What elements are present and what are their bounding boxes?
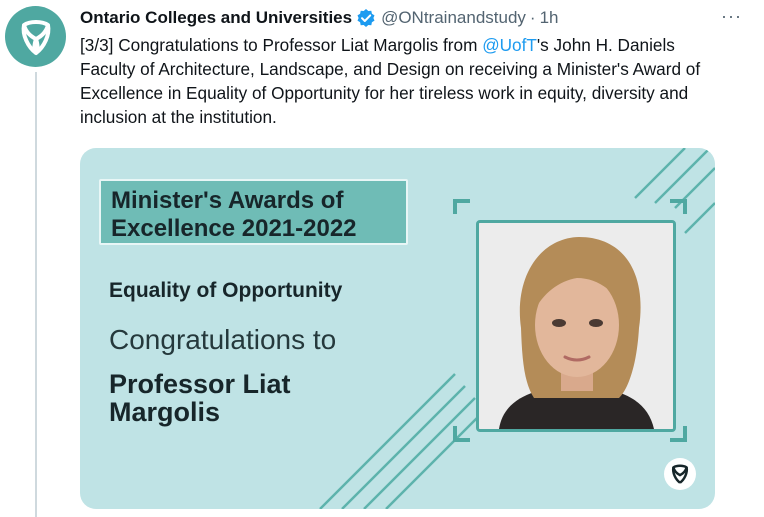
display-name[interactable]: Ontario Colleges and Universities bbox=[80, 8, 352, 28]
trillium-logo-icon bbox=[671, 464, 689, 484]
tweet-text: [3/3] Congratulations to Professor Liat … bbox=[80, 33, 720, 129]
avatar[interactable] bbox=[5, 6, 66, 67]
thread-line bbox=[35, 72, 37, 517]
more-horizontal-icon[interactable]: ··· bbox=[721, 6, 742, 27]
tweet-header: Ontario Colleges and Universities @ONtra… bbox=[80, 7, 724, 29]
separator-dot: · bbox=[529, 8, 536, 27]
user-handle[interactable]: @ONtrainandstudy bbox=[381, 8, 526, 28]
recipient-photo bbox=[476, 220, 676, 432]
trillium-logo-icon bbox=[21, 19, 50, 55]
mention-link[interactable]: @UofT bbox=[482, 35, 537, 55]
media-card[interactable]: Minister's Awards of Excellence 2021-202… bbox=[80, 148, 715, 509]
verified-badge-icon[interactable] bbox=[356, 8, 376, 28]
timestamp[interactable]: 1h bbox=[540, 8, 559, 28]
card-logo bbox=[664, 458, 696, 490]
portrait-image bbox=[479, 223, 673, 429]
tweet-text-prefix: [3/3] Congratulations to Professor Liat … bbox=[80, 35, 483, 55]
